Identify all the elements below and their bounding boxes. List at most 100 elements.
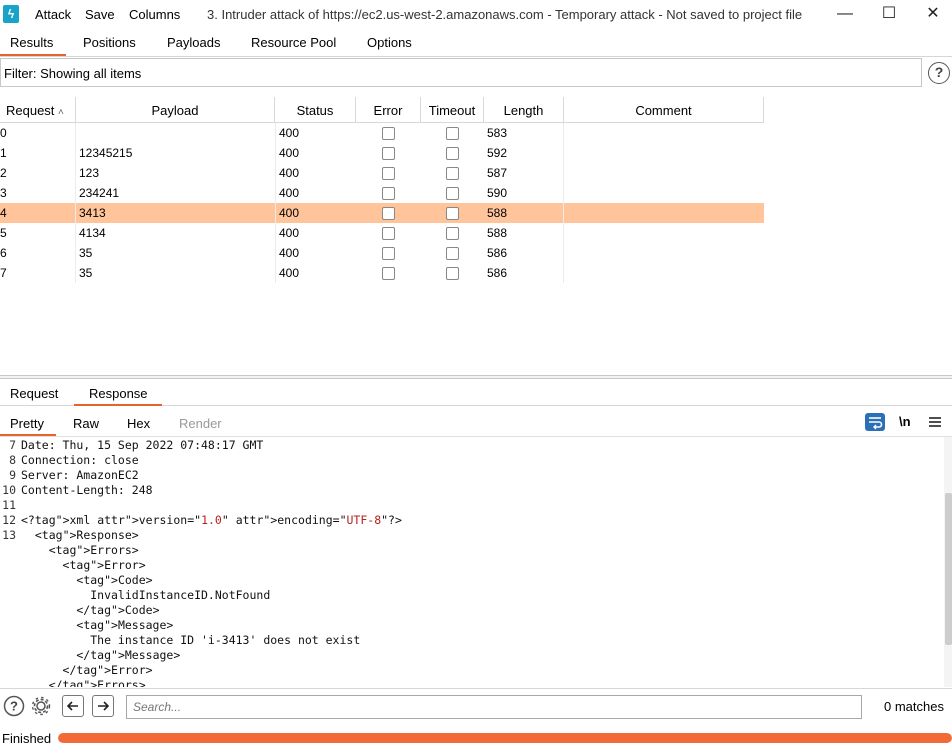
table-row[interactable]: 7 35 400 586 bbox=[0, 263, 764, 283]
show-newlines-toggle[interactable]: \n bbox=[899, 414, 911, 429]
active-view-tab-indicator bbox=[0, 434, 56, 436]
menu-attack[interactable]: Attack bbox=[35, 7, 71, 22]
code-line: <tag">Message> bbox=[21, 618, 174, 632]
cell-payload: 3413 bbox=[79, 206, 106, 220]
close-button[interactable]: ✕ bbox=[910, 0, 952, 30]
cell-length: 583 bbox=[487, 126, 508, 140]
search-input[interactable] bbox=[126, 695, 862, 719]
cell-payload: 234241 bbox=[79, 186, 120, 200]
tab-response[interactable]: Response bbox=[89, 386, 148, 401]
cell-status: 400 bbox=[279, 206, 300, 220]
cell-status: 400 bbox=[279, 186, 300, 200]
window-title: 3. Intruder attack of https://ec2.us-wes… bbox=[207, 7, 803, 22]
tab-raw[interactable]: Raw bbox=[73, 416, 99, 431]
column-header-comment[interactable]: Comment bbox=[564, 97, 764, 123]
column-label: Request bbox=[6, 103, 55, 118]
cell-length: 588 bbox=[487, 206, 508, 220]
menu-columns[interactable]: Columns bbox=[129, 7, 180, 22]
cell-request: 2 bbox=[0, 166, 7, 180]
column-header-payload[interactable]: Payload bbox=[76, 97, 275, 123]
maximize-button[interactable]: ☐ bbox=[866, 0, 912, 30]
menu-save[interactable]: Save bbox=[85, 7, 115, 22]
wrap-lines-icon[interactable] bbox=[865, 413, 885, 431]
error-checkbox bbox=[382, 147, 395, 160]
tab-options[interactable]: Options bbox=[367, 35, 412, 50]
cell-status: 400 bbox=[279, 266, 300, 280]
help-icon[interactable]: ? bbox=[3, 695, 25, 717]
filter-bar[interactable]: Filter: Showing all items bbox=[0, 58, 922, 87]
line-number: 10 bbox=[2, 483, 16, 497]
cell-length: 588 bbox=[487, 226, 508, 240]
cell-payload: 35 bbox=[79, 246, 93, 260]
column-header-timeout[interactable]: Timeout bbox=[421, 97, 484, 123]
tab-request[interactable]: Request bbox=[10, 386, 58, 401]
active-tab-indicator bbox=[0, 54, 66, 56]
match-count: 0 matches bbox=[884, 699, 944, 714]
cell-status: 400 bbox=[279, 126, 300, 140]
column-header-length[interactable]: Length bbox=[484, 97, 564, 123]
table-body: 0 400 583 1 12345215 400 592 2 123 400 587 3 234241 4… bbox=[0, 123, 764, 283]
cell-payload: 35 bbox=[79, 266, 93, 280]
minimize-button[interactable]: — bbox=[822, 0, 868, 30]
previous-match-button[interactable] bbox=[62, 695, 84, 717]
title-bar: ϟ Attack Save Columns 3. Intruder attack… bbox=[0, 0, 952, 30]
tab-hex[interactable]: Hex bbox=[127, 416, 150, 431]
table-row[interactable]: 6 35 400 586 bbox=[0, 243, 764, 263]
cell-request: 3 bbox=[0, 186, 7, 200]
response-viewer[interactable]: 7 Date: Thu, 15 Sep 2022 07:48:17 GMT 8 Con… bbox=[0, 437, 944, 687]
timeout-checkbox bbox=[446, 127, 459, 140]
attack-status: Finished bbox=[2, 731, 52, 744]
scrollbar-thumb[interactable] bbox=[945, 493, 952, 645]
cell-request: 6 bbox=[0, 246, 7, 260]
burp-app-icon: ϟ bbox=[3, 5, 19, 23]
cell-status: 400 bbox=[279, 166, 300, 180]
progress-fill bbox=[58, 733, 952, 743]
code-line: Date: Thu, 15 Sep 2022 07:48:17 GMT bbox=[21, 438, 264, 452]
timeout-checkbox bbox=[446, 207, 459, 220]
attack-progress-bar bbox=[58, 733, 952, 743]
table-row[interactable]: 1 12345215 400 592 bbox=[0, 143, 764, 163]
code-line: </tag">Code> bbox=[21, 603, 160, 617]
code-line: </tag">Errors> bbox=[21, 678, 146, 687]
line-number: 13 bbox=[2, 528, 16, 542]
column-header-status[interactable]: Status bbox=[275, 97, 356, 123]
cell-payload: 4134 bbox=[79, 226, 106, 240]
sort-ascending-icon: ˄ bbox=[58, 107, 64, 118]
svg-text:?: ? bbox=[10, 699, 18, 714]
code-line: InvalidInstanceID.NotFound bbox=[21, 588, 271, 602]
help-icon[interactable]: ? bbox=[928, 62, 950, 84]
table-row[interactable]: 2 123 400 587 bbox=[0, 163, 764, 183]
table-row[interactable]: 4 3413 400 588 bbox=[0, 203, 764, 223]
cell-request: 7 bbox=[0, 266, 7, 280]
line-number: 7 bbox=[9, 438, 16, 452]
column-header-request[interactable]: Request ˄ bbox=[0, 97, 76, 123]
tab-resource-pool[interactable]: Resource Pool bbox=[251, 35, 336, 50]
column-divider bbox=[563, 123, 564, 283]
search-toolbar: ? 0 matches bbox=[0, 688, 952, 722]
settings-gear-icon[interactable] bbox=[30, 695, 52, 717]
cell-length: 586 bbox=[487, 266, 508, 280]
split-pane-divider[interactable] bbox=[0, 375, 952, 379]
tab-positions[interactable]: Positions bbox=[83, 35, 136, 50]
tab-pretty[interactable]: Pretty bbox=[10, 416, 44, 431]
table-row[interactable]: 0 400 583 bbox=[0, 123, 764, 143]
code-line: <tag">Error> bbox=[21, 558, 146, 572]
cell-length: 590 bbox=[487, 186, 508, 200]
hamburger-menu-icon[interactable] bbox=[928, 415, 942, 429]
active-detail-tab-indicator bbox=[74, 404, 162, 406]
tab-results[interactable]: Results bbox=[10, 35, 53, 50]
cell-request: 5 bbox=[0, 226, 7, 240]
code-line: Connection: close bbox=[21, 453, 139, 467]
timeout-checkbox bbox=[446, 227, 459, 240]
table-row[interactable]: 3 234241 400 590 bbox=[0, 183, 764, 203]
next-match-button[interactable] bbox=[92, 695, 114, 717]
code-line: </tag">Error> bbox=[21, 663, 153, 677]
tab-payloads[interactable]: Payloads bbox=[167, 35, 220, 50]
timeout-checkbox bbox=[446, 167, 459, 180]
cell-status: 400 bbox=[279, 146, 300, 160]
column-header-error[interactable]: Error bbox=[356, 97, 421, 123]
error-checkbox bbox=[382, 127, 395, 140]
detail-tab-bar: Request Response bbox=[0, 380, 952, 406]
tab-render[interactable]: Render bbox=[179, 416, 222, 431]
table-row[interactable]: 5 4134 400 588 bbox=[0, 223, 764, 243]
